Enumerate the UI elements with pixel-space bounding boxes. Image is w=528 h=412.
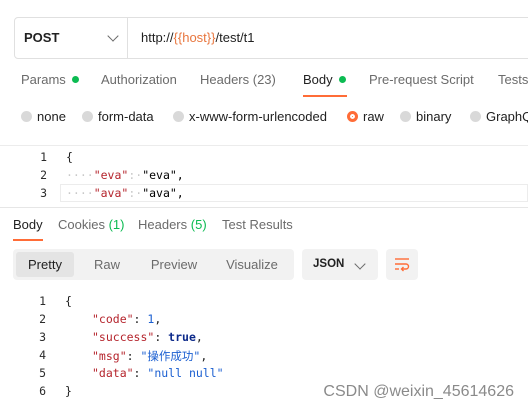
code-line: "success": true, xyxy=(92,330,203,344)
tab-authorization[interactable]: Authorization xyxy=(101,72,177,87)
url-variable: {{host}} xyxy=(173,30,216,45)
wrap-lines-button[interactable] xyxy=(386,249,418,280)
json-value: "eva", xyxy=(142,168,184,182)
url-path: /test/t1 xyxy=(215,30,255,45)
code-line: } xyxy=(65,384,72,398)
tab-tests[interactable]: Tests xyxy=(498,72,528,87)
chevron-down-icon xyxy=(354,258,366,270)
status-dot xyxy=(338,76,346,83)
code-line: "msg": "操作成功", xyxy=(92,349,208,363)
radio-selected-icon xyxy=(347,111,358,122)
format-select[interactable]: JSON xyxy=(302,249,378,280)
active-response-tab-indicator xyxy=(13,239,43,241)
view-preview-button[interactable]: Preview xyxy=(139,252,209,277)
line-number: 3 xyxy=(40,186,47,200)
radio-binary[interactable]: binary xyxy=(400,109,451,124)
view-visualize-button[interactable]: Visualize xyxy=(213,252,291,277)
code-line: "code": 1, xyxy=(92,312,162,326)
view-raw-button[interactable]: Raw xyxy=(79,252,135,277)
tab-label: Body xyxy=(303,72,333,87)
radio-icon xyxy=(400,111,411,122)
code-line: { xyxy=(66,150,73,164)
line-number: 2 xyxy=(40,168,47,182)
radio-icon xyxy=(82,111,93,122)
line-number: 5 xyxy=(39,366,46,380)
radio-graphql[interactable]: GraphQL xyxy=(470,109,528,124)
format-label: JSON xyxy=(313,258,345,270)
tab-params[interactable]: Params xyxy=(21,72,79,87)
radio-raw[interactable]: raw xyxy=(347,109,384,124)
radio-label: form-data xyxy=(98,109,154,124)
code-line: ····"eva":·"eva", xyxy=(66,168,184,182)
json-value: "null null" xyxy=(147,366,224,380)
line-number: 1 xyxy=(39,294,46,308)
code-line: "data": "null null" xyxy=(92,366,224,380)
tab-count: (1) xyxy=(108,217,125,232)
radio-icon xyxy=(470,111,481,122)
line-number: 6 xyxy=(39,384,46,398)
tab-headers[interactable]: Headers (23) xyxy=(200,72,276,87)
url-prefix: http:// xyxy=(141,30,174,45)
tab-count: (5) xyxy=(190,217,207,232)
radio-label: x-www-form-urlencoded xyxy=(189,109,327,124)
radio-label: GraphQL xyxy=(486,109,528,124)
divider xyxy=(0,207,528,208)
radio-form-data[interactable]: form-data xyxy=(82,109,154,124)
json-key: "data" xyxy=(92,366,134,380)
radio-label: none xyxy=(37,109,66,124)
radio-label: raw xyxy=(363,109,384,124)
watermark: CSDN @weixin_45614626 xyxy=(323,383,514,400)
response-tab-test-results[interactable]: Test Results xyxy=(222,217,293,232)
line-number: 4 xyxy=(39,348,46,362)
json-key: "success" xyxy=(92,330,155,344)
radio-icon xyxy=(173,111,184,122)
json-comma: , xyxy=(200,349,208,363)
view-mode-toggle: Pretty Raw Preview Visualize xyxy=(13,249,294,280)
method-label: POST xyxy=(24,30,60,45)
request-url-bar: POST http://{{host}}/test/t1 xyxy=(14,17,528,59)
active-tab-indicator xyxy=(303,95,347,97)
tab-pre-request-script[interactable]: Pre-request Script xyxy=(369,72,474,87)
json-value: "操作成功" xyxy=(140,349,201,363)
code-line: { xyxy=(65,294,72,308)
line-number: 3 xyxy=(39,330,46,344)
line-number: 1 xyxy=(40,150,47,164)
radio-label: binary xyxy=(416,109,452,124)
response-tab-cookies[interactable]: Cookies (1) xyxy=(58,217,124,232)
radio-icon xyxy=(21,111,32,122)
json-colon: :· xyxy=(128,168,143,182)
method-select[interactable]: POST xyxy=(15,18,128,58)
chevron-down-icon xyxy=(107,30,119,42)
tab-label: Params xyxy=(21,72,66,87)
wrap-lines-icon xyxy=(395,258,410,272)
json-key: "eva" xyxy=(93,168,129,182)
indent-dots: ···· xyxy=(66,168,94,182)
url-input[interactable]: http://{{host}}/test/t1 xyxy=(141,30,255,45)
status-dot xyxy=(71,76,79,83)
json-comma: , xyxy=(154,312,162,326)
current-line-highlight xyxy=(60,184,528,202)
json-key: "msg" xyxy=(92,349,127,363)
radio-urlencoded[interactable]: x-www-form-urlencoded xyxy=(173,109,327,124)
json-value: true xyxy=(168,330,196,344)
response-tab-body[interactable]: Body xyxy=(13,217,43,232)
radio-none[interactable]: none xyxy=(21,109,66,124)
json-key: "code" xyxy=(92,312,134,326)
tab-label: Headers xyxy=(138,217,188,232)
tab-label: Cookies xyxy=(58,217,105,232)
json-comma: , xyxy=(195,330,203,344)
tab-body[interactable]: Body xyxy=(303,72,346,87)
line-number: 2 xyxy=(39,312,46,326)
view-pretty-button[interactable]: Pretty xyxy=(16,252,74,277)
response-tab-headers[interactable]: Headers (5) xyxy=(138,217,207,232)
